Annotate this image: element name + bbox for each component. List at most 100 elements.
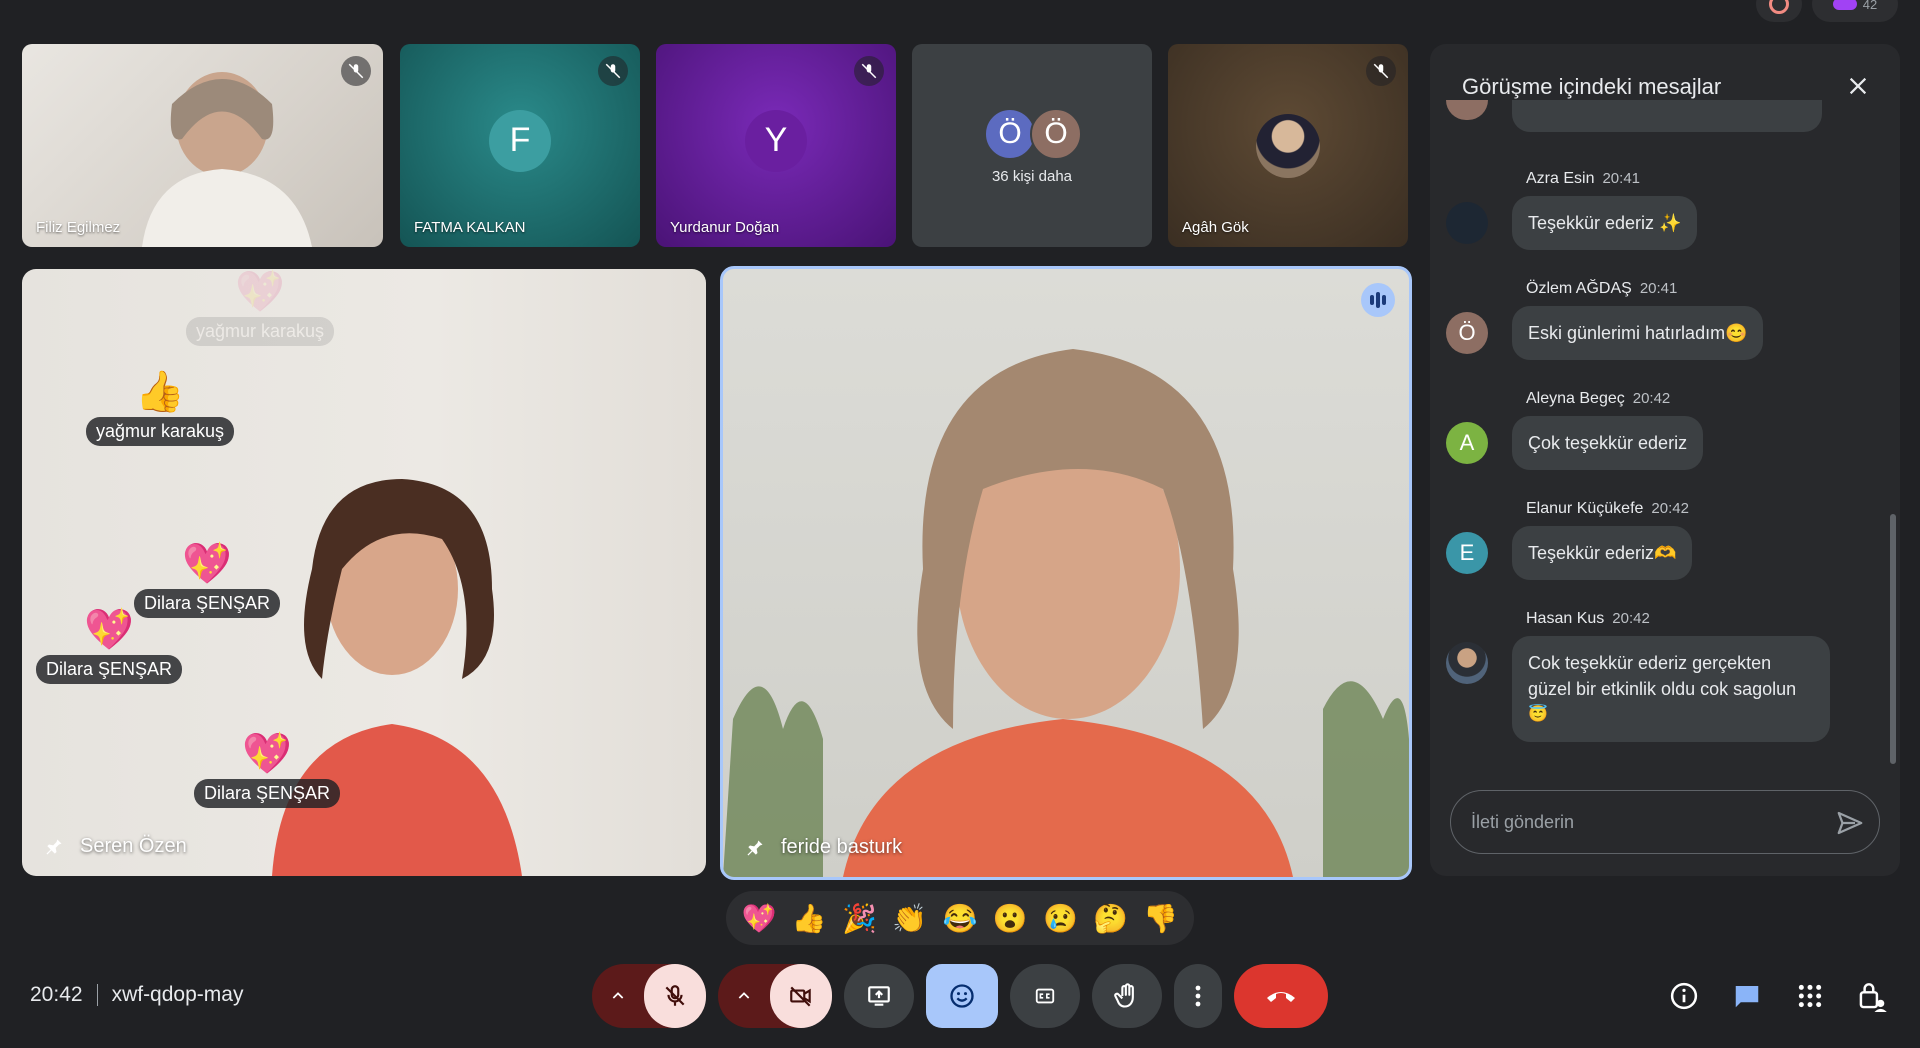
camera-off-icon bbox=[790, 986, 811, 1007]
reaction-laugh-button[interactable]: 😂 bbox=[943, 902, 978, 935]
message-time: 20:42 bbox=[1651, 500, 1689, 517]
message-author: Özlem AĞDAŞ bbox=[1526, 280, 1632, 297]
send-icon[interactable] bbox=[1835, 808, 1865, 838]
present-screen-button[interactable] bbox=[844, 964, 914, 1028]
raise-hand-button[interactable] bbox=[1092, 964, 1162, 1028]
floating-reaction: 💖 Dilara ŞENŞAR bbox=[36, 607, 183, 684]
message-time: 20:41 bbox=[1639, 280, 1678, 297]
more-participants-tile[interactable]: Ö Ö 36 kişi daha bbox=[912, 44, 1152, 247]
camera-toggle-button[interactable] bbox=[770, 964, 832, 1028]
chevron-up-icon bbox=[612, 992, 624, 999]
reaction-thinking-button[interactable]: 🤔 bbox=[1093, 902, 1128, 935]
avatar: Ö bbox=[984, 108, 1036, 160]
message-bubble: Teşekkür ederiz🫶 bbox=[1512, 526, 1693, 580]
previous-message-bubble bbox=[1512, 100, 1822, 132]
reaction-emoji: 💖 bbox=[182, 542, 232, 586]
mic-off-icon bbox=[341, 56, 371, 86]
message-bubble: Eski günlerimi hatırladım😊 bbox=[1512, 306, 1764, 360]
captions-button[interactable] bbox=[1010, 964, 1080, 1028]
mic-off-icon bbox=[1366, 56, 1396, 86]
previous-message-avatar bbox=[1446, 100, 1488, 120]
reaction-author: yağmur karakuş bbox=[86, 417, 235, 446]
participant-tile[interactable]: Filiz Egilmez bbox=[22, 44, 383, 247]
participant-tile[interactable]: Agâh Gök bbox=[1168, 44, 1408, 247]
reactions-button[interactable] bbox=[926, 964, 998, 1028]
avatar: Y bbox=[745, 109, 807, 172]
meeting-details-button[interactable] bbox=[1664, 976, 1704, 1016]
pin-icon[interactable] bbox=[745, 837, 765, 859]
lock-person-icon bbox=[1859, 983, 1887, 1012]
reaction-surprised-button[interactable]: 😮 bbox=[993, 902, 1028, 935]
mic-off-icon bbox=[854, 56, 884, 86]
captions-icon bbox=[1035, 988, 1055, 1004]
speaker-label: feride basturk bbox=[745, 836, 902, 859]
reaction-author: Dilara ŞENŞAR bbox=[36, 655, 183, 684]
leave-call-button[interactable] bbox=[1234, 964, 1328, 1028]
recording-badge[interactable] bbox=[1756, 0, 1802, 22]
reaction-thumbs-up-button[interactable]: 👍 bbox=[792, 902, 827, 935]
message-line: 😇 bbox=[1528, 706, 1548, 723]
participant-tile[interactable]: Y Yurdanur Doğan bbox=[656, 44, 896, 247]
message-time: 20:42 bbox=[1632, 390, 1671, 407]
message-author: Elanur Küçükefe bbox=[1526, 500, 1644, 517]
message-line: güzel bir etkinlik oldu cok sagolun bbox=[1528, 679, 1797, 699]
camera-options-button[interactable] bbox=[718, 964, 770, 1028]
message-author: Aleyna Begeç bbox=[1526, 390, 1625, 407]
camera-control-group bbox=[718, 964, 832, 1028]
message-line: Cok teşekkür ederiz gerçekten bbox=[1528, 653, 1772, 673]
chat-panel-title: Görüşme içindeki mesajlar bbox=[1462, 74, 1722, 99]
floating-reaction: 👍 yağmur karakuş bbox=[86, 369, 235, 446]
mic-options-button[interactable] bbox=[592, 964, 644, 1028]
apps-grid-icon bbox=[1798, 984, 1822, 1008]
participant-tile[interactable]: F FATMA KALKAN bbox=[400, 44, 640, 247]
participants-badge[interactable]: 42 bbox=[1812, 0, 1898, 22]
message-header: Özlem AĞDAŞ 20:41 bbox=[1526, 280, 1677, 298]
participant-video-silhouette bbox=[142, 72, 312, 247]
pin-icon[interactable] bbox=[44, 836, 64, 858]
participant-video-silhouette bbox=[723, 349, 1409, 877]
meeting-info: 20:42 xwf-qdop-may bbox=[30, 983, 243, 1007]
chat-icon bbox=[1735, 986, 1759, 1008]
message-header: Elanur Küçükefe 20:42 bbox=[1526, 500, 1689, 518]
reaction-sad-button[interactable]: 😢 bbox=[1043, 902, 1078, 935]
avatar: Ö bbox=[1030, 108, 1082, 160]
chat-scrollbar[interactable] bbox=[1890, 514, 1896, 764]
speaking-indicator-icon bbox=[1361, 283, 1395, 317]
reaction-author: yağmur karakuş bbox=[186, 317, 335, 346]
message-bubble: Çok teşekkür ederiz bbox=[1512, 416, 1704, 470]
participant-name: FATMA KALKAN bbox=[414, 219, 526, 236]
hand-icon bbox=[1114, 983, 1134, 1008]
divider bbox=[96, 984, 98, 1006]
active-speaker-tile[interactable]: feride basturk bbox=[720, 266, 1412, 880]
stacked-avatars: Ö Ö bbox=[984, 108, 1084, 160]
pinned-participant-tile[interactable]: 💖 yağmur karakuş 👍 yağmur karakuş 💖 Dila… bbox=[22, 269, 706, 876]
mic-off-icon bbox=[665, 985, 685, 1006]
reaction-emoji: 💖 bbox=[235, 270, 285, 314]
participant-count: 42 bbox=[1862, 0, 1878, 12]
host-controls-button[interactable] bbox=[1852, 976, 1892, 1016]
reaction-thumbs-down-button[interactable]: 👎 bbox=[1143, 902, 1178, 935]
avatar bbox=[1446, 202, 1488, 244]
activities-button[interactable] bbox=[1790, 976, 1830, 1016]
people-avatars-icon bbox=[1832, 0, 1857, 10]
reaction-emoji: 💖 bbox=[84, 608, 134, 652]
info-icon bbox=[1670, 982, 1698, 1010]
avatar: A bbox=[1446, 422, 1488, 464]
more-count-label: 36 kişi daha bbox=[991, 168, 1073, 185]
reaction-heart-button[interactable]: 💖 bbox=[742, 902, 777, 935]
reaction-party-button[interactable]: 🎉 bbox=[842, 902, 877, 935]
more-options-button[interactable] bbox=[1174, 964, 1222, 1028]
emoji-icon bbox=[950, 984, 974, 1008]
speaker-name: feride basturk bbox=[781, 836, 903, 858]
hang-up-icon bbox=[1267, 992, 1295, 1002]
reaction-author: Dilara ŞENŞAR bbox=[194, 779, 341, 808]
close-button[interactable] bbox=[1842, 70, 1874, 102]
message-author: Azra Esin bbox=[1526, 170, 1595, 187]
chat-message-input[interactable] bbox=[1471, 791, 1811, 853]
chat-button[interactable] bbox=[1727, 976, 1767, 1016]
reaction-clap-button[interactable]: 👏 bbox=[892, 902, 927, 935]
mic-toggle-button[interactable] bbox=[644, 964, 706, 1028]
present-screen-icon bbox=[868, 986, 890, 1006]
message-time: 20:42 bbox=[1612, 610, 1650, 627]
participant-name: Filiz Egilmez bbox=[36, 219, 121, 236]
